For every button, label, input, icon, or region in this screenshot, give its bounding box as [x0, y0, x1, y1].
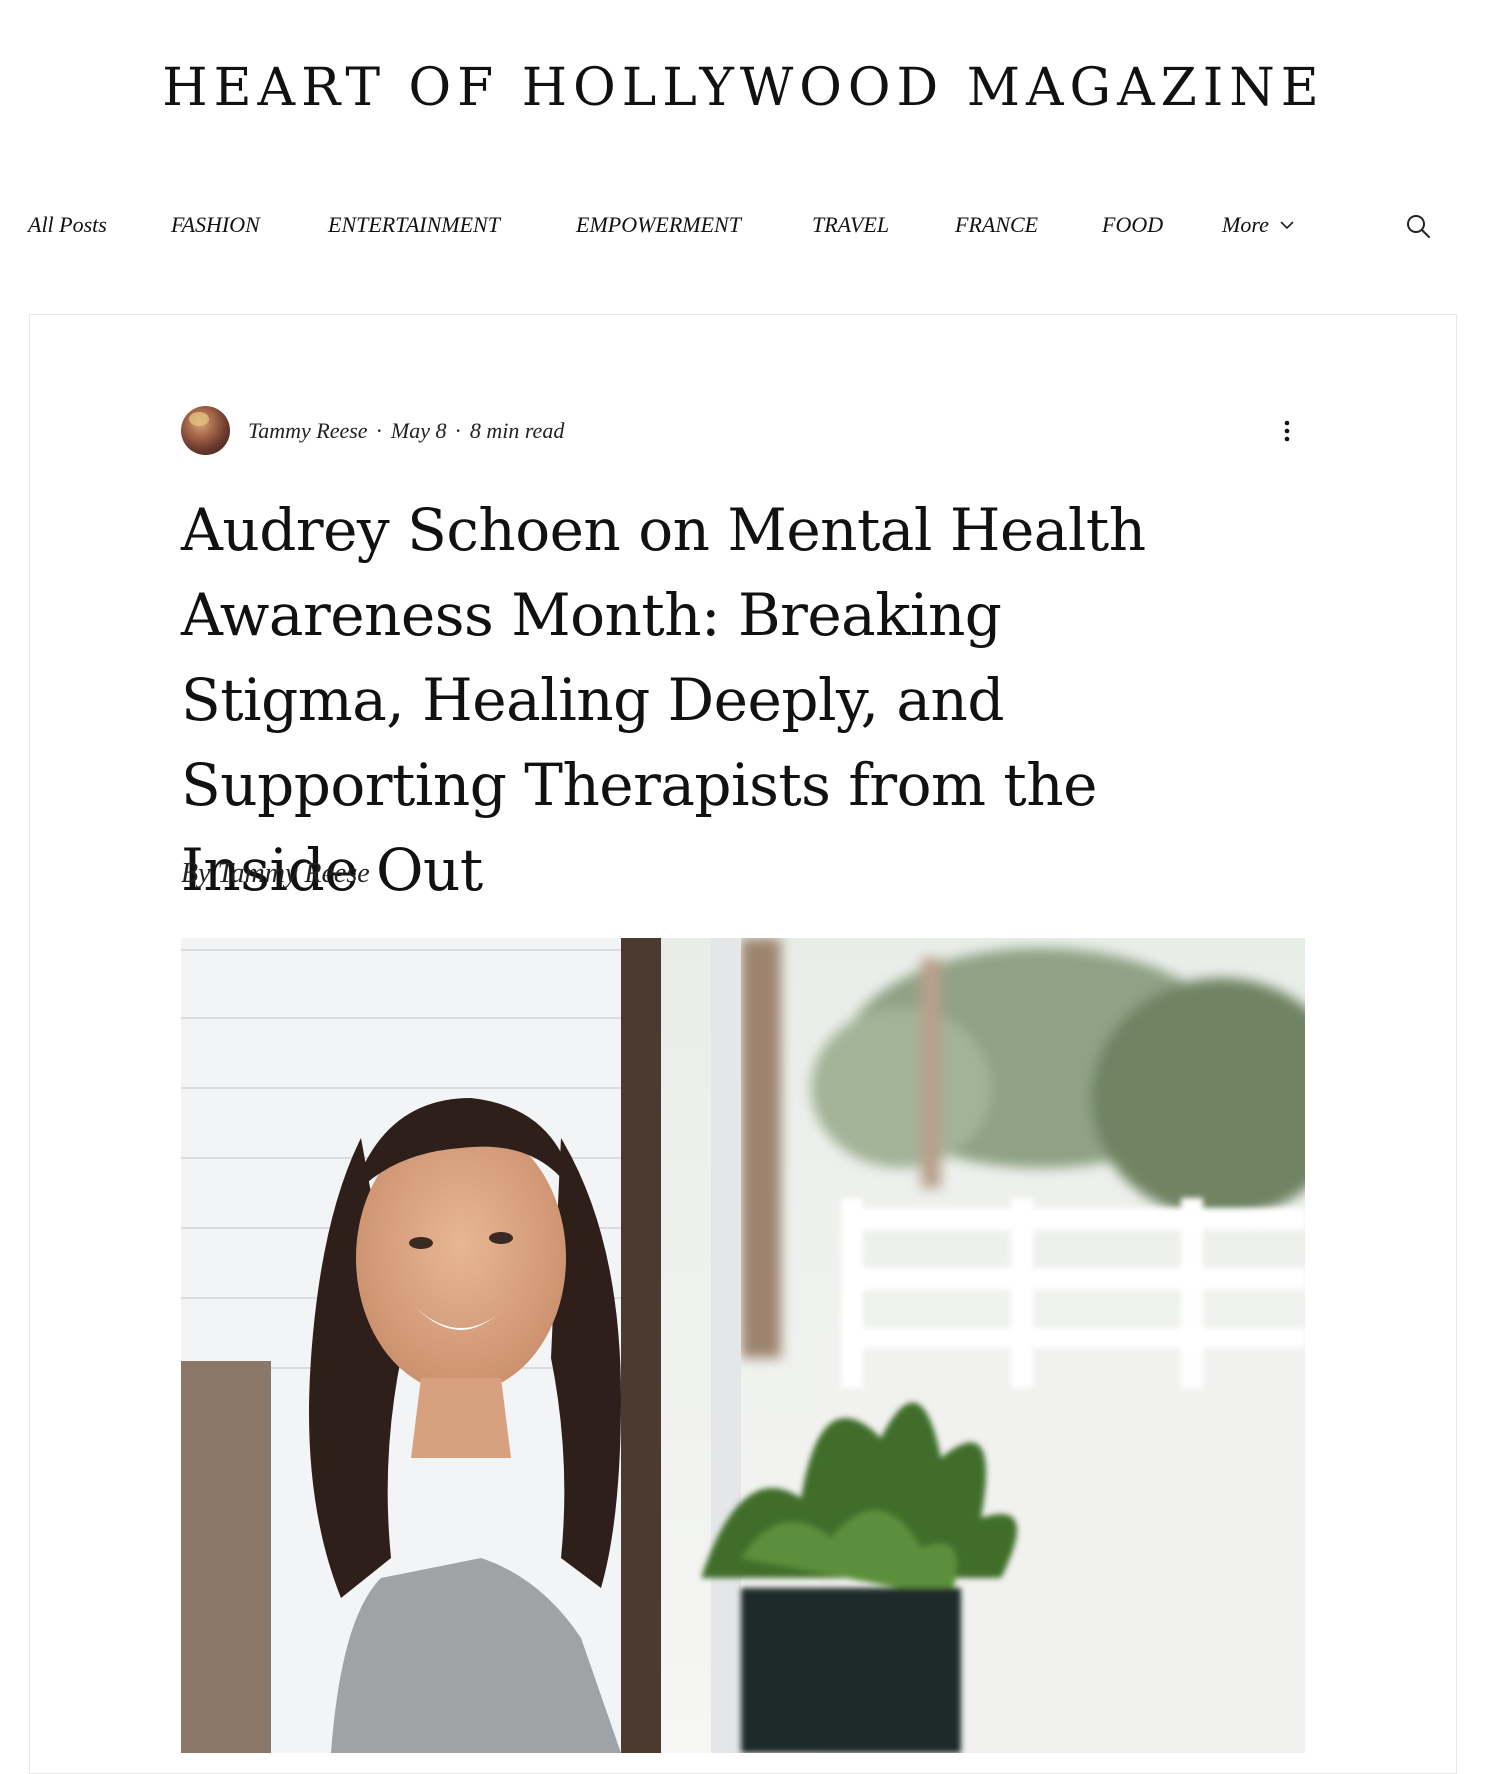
- nav-more-label: More: [1222, 212, 1269, 237]
- site-title[interactable]: HEART OF HOLLYWOOD MAGAZINE: [0, 48, 1487, 128]
- meta-separator: ·: [454, 418, 462, 443]
- avatar-image: [189, 412, 209, 426]
- hero-photo: [181, 938, 1305, 1753]
- author-name[interactable]: Tammy Reese: [248, 418, 368, 443]
- post-meta: Tammy Reese · May 8 · 8 min read: [181, 406, 1311, 456]
- nav-item-travel[interactable]: TRAVEL: [812, 200, 889, 250]
- hero-image: [181, 938, 1305, 1753]
- author-avatar[interactable]: [181, 406, 230, 455]
- category-nav: All Posts FASHION ENTERTAINMENT EMPOWERM…: [0, 200, 1487, 250]
- read-time: 8 min read: [469, 418, 565, 443]
- more-vertical-icon[interactable]: [1275, 419, 1299, 443]
- post-date: May 8: [390, 418, 447, 443]
- nav-item-entertainment[interactable]: ENTERTAINMENT: [328, 200, 500, 250]
- nav-item-empowerment[interactable]: EMPOWERMENT: [576, 200, 741, 250]
- post-title: Audrey Schoen on Mental Health Awareness…: [181, 496, 1146, 904]
- nav-item-more[interactable]: More: [1222, 200, 1295, 250]
- meta-separator: ·: [375, 418, 383, 443]
- nav-item-food[interactable]: FOOD: [1102, 200, 1163, 250]
- chevron-down-icon: [1280, 221, 1294, 230]
- nav-item-france[interactable]: FRANCE: [955, 200, 1038, 250]
- nav-item-fashion[interactable]: FASHION: [171, 200, 260, 250]
- nav-item-all-posts[interactable]: All Posts: [28, 200, 107, 250]
- meta-text: Tammy Reese · May 8 · 8 min read: [248, 406, 564, 456]
- search-icon[interactable]: [1404, 212, 1432, 240]
- byline: By Tammy Reese: [181, 858, 370, 889]
